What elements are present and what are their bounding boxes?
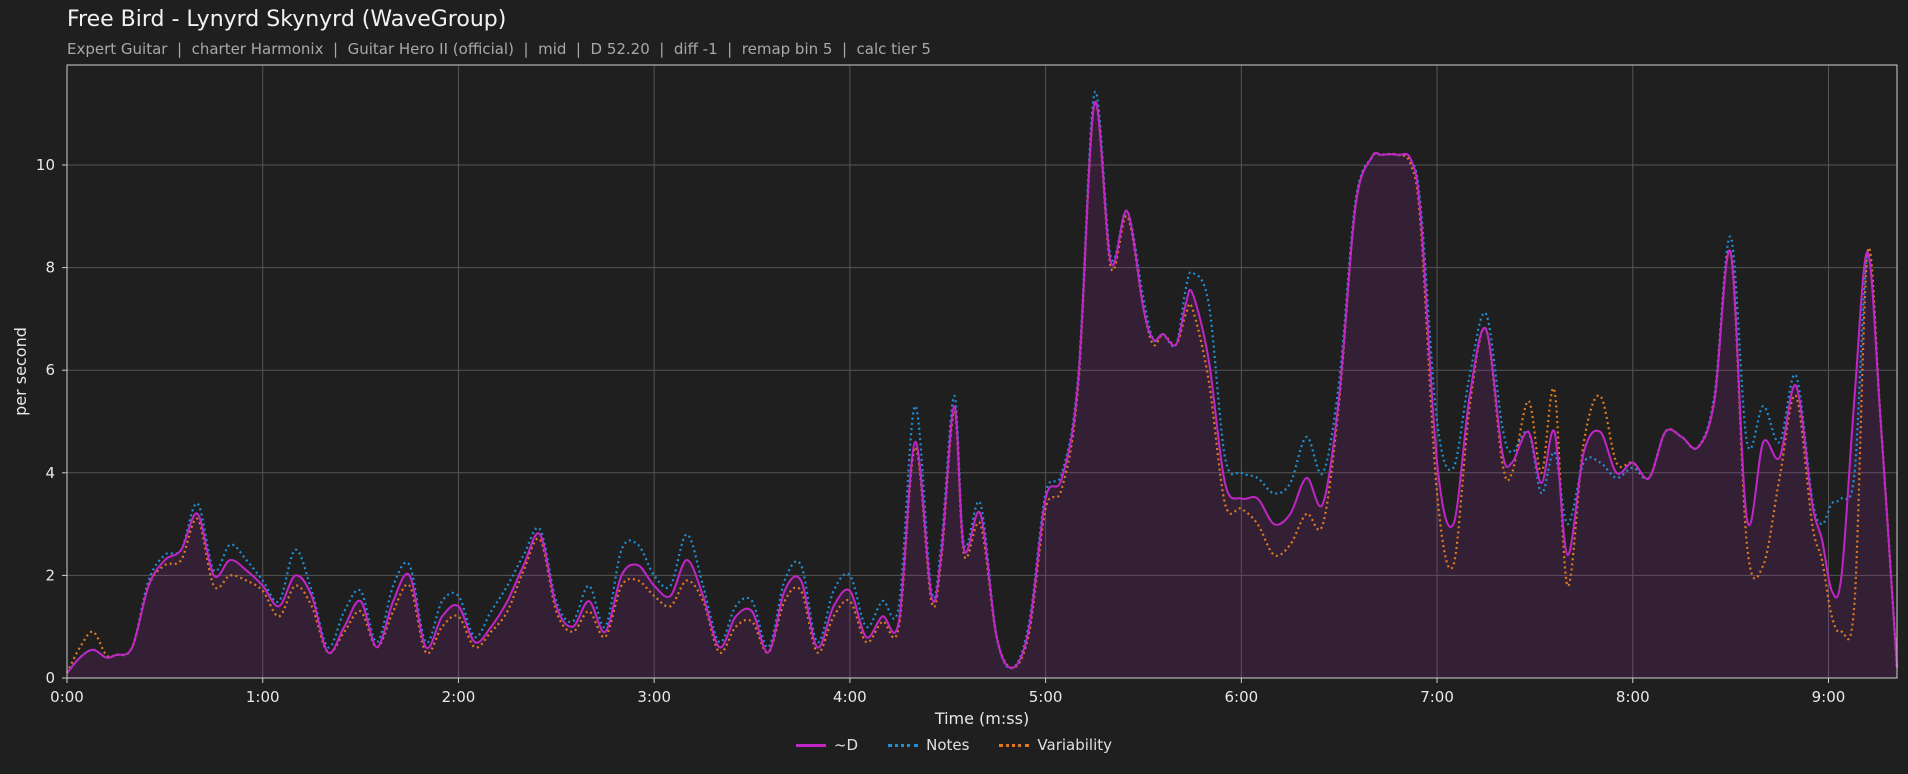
legend-item-d: ~D [795, 736, 859, 754]
legend-swatch [888, 743, 919, 747]
y-axis-ticks: 0 2 4 6 8 10 [36, 156, 67, 687]
legend-swatch [999, 743, 1030, 747]
legend-item-notes: Notes [888, 736, 969, 754]
x-axis-ticks: 0:00 1:00 2:00 3:00 4:00 5:00 6:00 7:00 8:00 9:00 [50, 678, 1845, 706]
legend: ~D Notes Variability [0, 736, 1908, 754]
y-tick-label: 0 [45, 669, 55, 687]
y-tick-label: 6 [45, 361, 55, 379]
x-tick-label: 8:00 [1616, 688, 1650, 706]
series-fill-d [67, 101, 1897, 679]
legend-label: Notes [926, 736, 970, 754]
x-tick-label: 6:00 [1224, 688, 1258, 706]
y-axis-label: per second [11, 327, 30, 416]
x-tick-label: 7:00 [1420, 688, 1454, 706]
x-axis-label: Time (m:ss) [934, 709, 1029, 728]
y-tick-label: 10 [36, 156, 55, 174]
x-tick-label: 4:00 [833, 688, 867, 706]
x-tick-label: 1:00 [246, 688, 280, 706]
chart-svg: 0:00 1:00 2:00 3:00 4:00 5:00 6:00 7:00 8:00 9:00… [11, 64, 1899, 728]
x-tick-label: 3:00 [637, 688, 671, 706]
x-tick-label: 2:00 [442, 688, 476, 706]
legend-label: ~D [833, 736, 859, 754]
x-tick-label: 5:00 [1029, 688, 1063, 706]
x-tick-label: 0:00 [50, 688, 84, 706]
legend-label: Variability [1037, 736, 1113, 754]
legend-item-variability: Variability [999, 736, 1112, 754]
y-tick-label: 2 [45, 566, 55, 584]
x-tick-label: 9:00 [1812, 688, 1846, 706]
y-tick-label: 8 [45, 259, 55, 277]
y-tick-label: 4 [45, 464, 55, 482]
legend-swatch [795, 743, 826, 747]
area-fill [67, 101, 1897, 679]
